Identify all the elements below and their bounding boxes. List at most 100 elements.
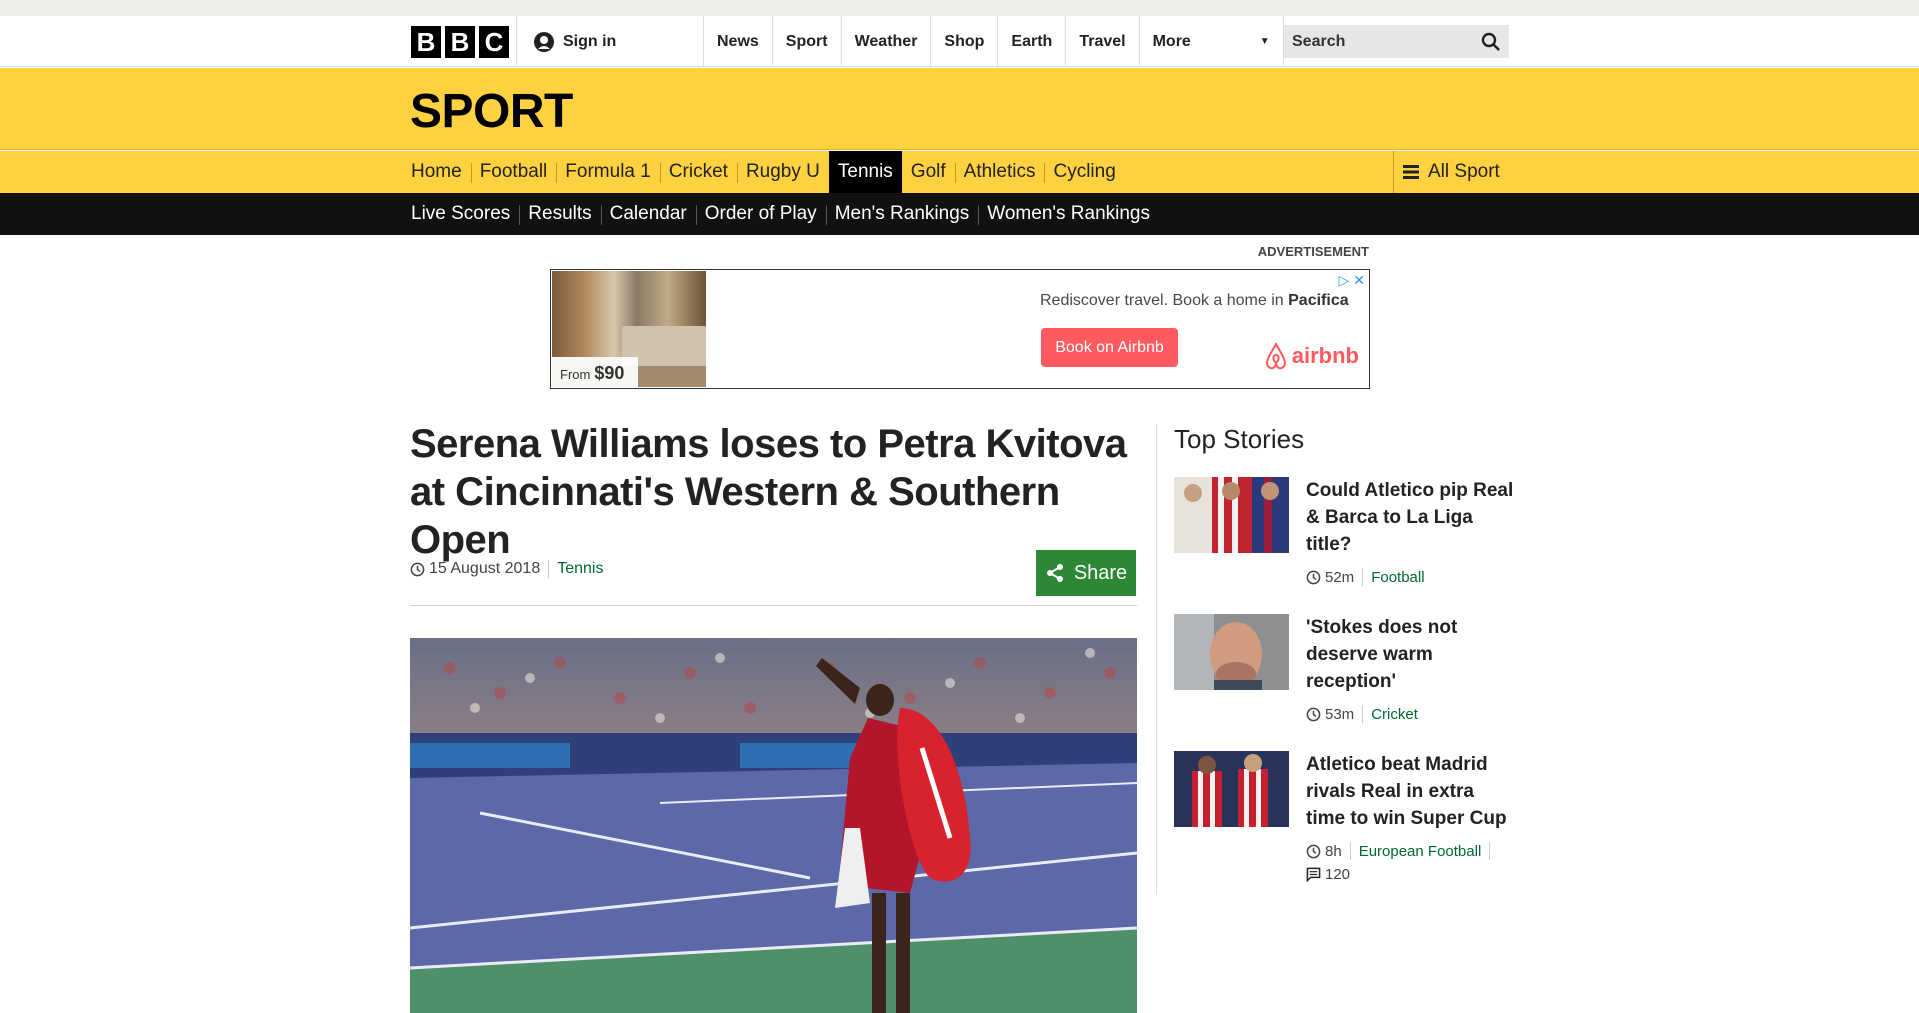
- bbc-top-nav: News Sport Weather Shop Earth Travel Mor…: [703, 16, 1284, 67]
- ad-close-icon[interactable]: ✕: [1353, 272, 1365, 289]
- meta-divider: [1349, 842, 1351, 860]
- advertisement-label: ADVERTISEMENT: [1257, 244, 1369, 259]
- article-headline: Serena Williams loses to Petra Kvitova a…: [410, 422, 1127, 562]
- share-icon: [1046, 564, 1063, 582]
- sport-header: SPORT: [0, 68, 1919, 150]
- subnav-womens-rankings[interactable]: Women's Rankings: [978, 193, 1159, 235]
- sport-nav-football[interactable]: Football: [470, 151, 557, 193]
- airbnb-advertisement[interactable]: From $90 Rediscover travel. Book a home …: [550, 269, 1370, 389]
- all-sport-button[interactable]: All Sport: [1393, 151, 1509, 193]
- subnav-calendar[interactable]: Calendar: [600, 193, 696, 235]
- meta-divider: [548, 560, 550, 578]
- subnav-results[interactable]: Results: [519, 193, 600, 235]
- article-tag-link[interactable]: Tennis: [557, 560, 603, 578]
- bbc-logo-letter: B: [411, 26, 441, 58]
- clock-icon: [410, 562, 425, 576]
- bbc-logo-letter: B: [445, 26, 475, 58]
- ad-price-value: $90: [594, 363, 625, 383]
- caret-down-icon: ▼: [1259, 36, 1270, 47]
- bbc-logo-letter: C: [479, 26, 509, 58]
- sign-in-link[interactable]: Sign in: [516, 16, 704, 67]
- airbnb-wordmark: airbnb: [1291, 343, 1359, 368]
- sport-nav-golf[interactable]: Golf: [902, 151, 955, 193]
- sport-nav-cycling[interactable]: Cycling: [1044, 151, 1124, 193]
- story-title[interactable]: 'Stokes does not deserve warm reception': [1306, 614, 1516, 695]
- meta-divider: [1362, 705, 1364, 723]
- ad-choices[interactable]: ▷ ✕: [1338, 272, 1365, 289]
- meta-divider: [1362, 568, 1364, 586]
- search-icon[interactable]: [1481, 32, 1501, 52]
- top-stories-title: Top Stories: [1174, 424, 1305, 454]
- top-story-item[interactable]: 'Stokes does not deserve warm reception'…: [1174, 614, 1514, 734]
- top-nav-weather[interactable]: Weather: [840, 16, 931, 67]
- story-meta: 8h European Football 120: [1306, 842, 1511, 883]
- user-icon: [534, 31, 554, 52]
- more-label: More: [1152, 32, 1191, 50]
- story-time: 52m: [1325, 568, 1355, 586]
- sport-nav-list: Home Football Formula 1 Cricket Rugby U …: [410, 151, 1125, 193]
- search-box: [1284, 25, 1509, 58]
- story-title[interactable]: Atletico beat Madrid rivals Real in extr…: [1306, 751, 1516, 832]
- story-thumbnail[interactable]: [1174, 751, 1289, 827]
- top-nav-shop[interactable]: Shop: [930, 16, 997, 67]
- story-title[interactable]: Could Atletico pip Real & Barca to La Li…: [1306, 477, 1516, 558]
- sign-in-label: Sign in: [563, 32, 617, 50]
- story-meta: 53m Cricket: [1306, 705, 1511, 723]
- article-hero-image: [410, 638, 1137, 1013]
- article-meta: 15 August 2018 Tennis: [410, 560, 603, 578]
- story-time: 8h: [1325, 842, 1342, 860]
- search-input[interactable]: [1292, 32, 1462, 51]
- hero-photo-illustration: [410, 638, 1137, 1013]
- top-nav-earth[interactable]: Earth: [997, 16, 1065, 67]
- share-label: Share: [1073, 561, 1128, 584]
- clock-icon: [1306, 707, 1321, 721]
- story-thumbnail[interactable]: [1174, 614, 1289, 690]
- story-comments[interactable]: 120: [1306, 866, 1511, 883]
- sidebar-divider: [1156, 424, 1157, 894]
- sport-nav-athletics[interactable]: Athletics: [954, 151, 1045, 193]
- ad-price: From $90: [552, 357, 638, 387]
- clock-icon: [1306, 844, 1321, 858]
- all-sport-label: All Sport: [1428, 161, 1500, 182]
- meta-divider: [1489, 842, 1491, 860]
- story-comment-count: 120: [1325, 866, 1351, 883]
- top-story-item[interactable]: Atletico beat Madrid rivals Real in extr…: [1174, 751, 1514, 901]
- ad-text-main: Rediscover travel. Book a home in: [1040, 292, 1284, 309]
- top-nav-more[interactable]: More ▼: [1138, 16, 1284, 67]
- sport-nav-formula-1[interactable]: Formula 1: [556, 151, 660, 193]
- story-thumbnail[interactable]: [1174, 477, 1289, 553]
- sport-nav-tennis[interactable]: Tennis: [828, 151, 902, 193]
- sport-nav: Home Football Formula 1 Cricket Rugby U …: [0, 151, 1919, 193]
- subnav-live-scores[interactable]: Live Scores: [410, 193, 519, 235]
- sport-nav-home[interactable]: Home: [410, 151, 471, 193]
- top-nav-travel[interactable]: Travel: [1065, 16, 1138, 67]
- story-time: 53m: [1325, 705, 1355, 723]
- sport-nav-cricket[interactable]: Cricket: [659, 151, 737, 193]
- book-on-airbnb-button[interactable]: Book on Airbnb: [1041, 328, 1178, 367]
- story-tag-link[interactable]: Cricket: [1371, 706, 1418, 723]
- story-tag-link[interactable]: Football: [1371, 569, 1424, 586]
- ad-price-from: From: [560, 367, 591, 382]
- bbc-logo[interactable]: B B C: [411, 26, 509, 58]
- story-tag-link[interactable]: European Football: [1359, 843, 1482, 860]
- adchoices-play-icon[interactable]: ▷: [1338, 272, 1349, 289]
- subnav-mens-rankings[interactable]: Men's Rankings: [825, 193, 979, 235]
- menu-icon: [1403, 165, 1419, 179]
- top-nav-news[interactable]: News: [703, 16, 772, 67]
- ad-text-place: Pacifica: [1288, 292, 1349, 309]
- airbnb-brand: airbnb: [1264, 342, 1359, 370]
- browser-top-strip: [0, 0, 1919, 16]
- tennis-sub-nav-list: Live Scores Results Calendar Order of Pl…: [410, 193, 1159, 235]
- comments-icon: [1306, 867, 1321, 882]
- share-button[interactable]: Share: [1036, 550, 1136, 596]
- subnav-order-of-play[interactable]: Order of Play: [695, 193, 826, 235]
- ad-room-photo: From $90: [552, 271, 706, 387]
- top-story-item[interactable]: Could Atletico pip Real & Barca to La Li…: [1174, 477, 1514, 597]
- sport-title[interactable]: SPORT: [410, 84, 573, 139]
- ad-text: Rediscover travel. Book a home in Pacifi…: [1040, 292, 1349, 310]
- article-divider: [410, 605, 1137, 606]
- airbnb-logo-icon: [1265, 342, 1286, 370]
- sport-nav-rugby-u[interactable]: Rugby U: [736, 151, 829, 193]
- top-nav-sport[interactable]: Sport: [771, 16, 841, 67]
- article-date: 15 August 2018: [429, 560, 541, 577]
